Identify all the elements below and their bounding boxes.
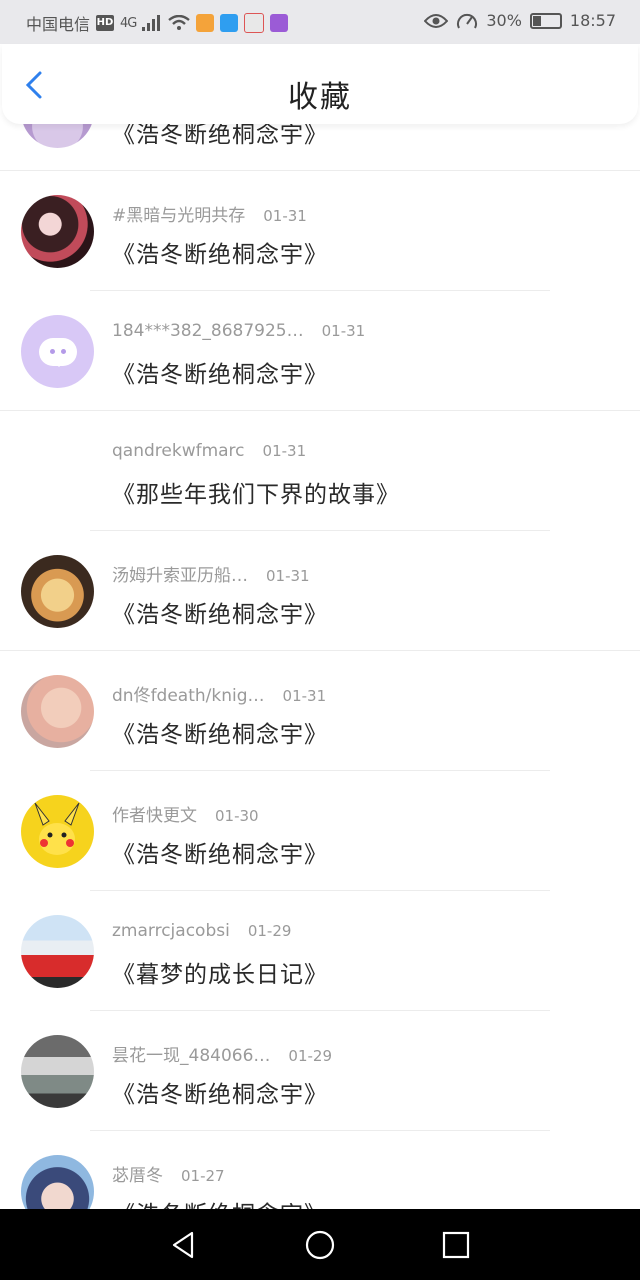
book-title: 《浩冬断绝桐念宇》 bbox=[112, 362, 328, 388]
author-name: 184***382_8687925… bbox=[112, 321, 304, 341]
post-date: 01-29 bbox=[247, 922, 292, 940]
eye-icon bbox=[424, 13, 449, 28]
mail-app-icon bbox=[244, 13, 265, 33]
item-meta: zmarrcjacobsi 01-29 bbox=[112, 921, 291, 941]
clock: 18:57 bbox=[569, 11, 616, 30]
store-app-icon bbox=[270, 14, 289, 32]
nav-home-icon[interactable] bbox=[304, 1229, 336, 1261]
avatar bbox=[21, 915, 94, 988]
avatar bbox=[21, 315, 94, 388]
post-date: 01-31 bbox=[282, 687, 327, 705]
item-meta: 汤姆升索亚历船… 01-31 bbox=[112, 561, 310, 586]
item-meta: 昙花一现_484066… 01-29 bbox=[112, 1041, 332, 1066]
system-nav-bar bbox=[0, 1209, 640, 1280]
search-app-icon bbox=[220, 14, 239, 32]
avatar bbox=[21, 195, 94, 268]
video-app-icon bbox=[196, 14, 215, 32]
nav-recents-icon[interactable] bbox=[440, 1229, 472, 1261]
avatar bbox=[21, 795, 94, 868]
avatar bbox=[21, 1035, 94, 1108]
signal-icon bbox=[142, 15, 161, 31]
author-name: 作者快更文 bbox=[112, 806, 197, 826]
network-label: 4G bbox=[120, 15, 137, 31]
nav-back-icon[interactable] bbox=[168, 1229, 200, 1261]
author-name: dn佟fdeath/knig… bbox=[112, 686, 265, 706]
post-date: 01-31 bbox=[262, 442, 307, 460]
page-title: 收藏 bbox=[288, 80, 352, 115]
post-date: 01-30 bbox=[215, 807, 259, 825]
author-name: #黑暗与光明共存 bbox=[112, 206, 246, 226]
app-header: 收藏 bbox=[2, 44, 638, 124]
item-meta: dn佟fdeath/knig… 01-31 bbox=[112, 681, 326, 706]
author-name: qandrekwfmarc bbox=[112, 441, 245, 461]
avatar bbox=[21, 555, 94, 628]
pikachu-icon bbox=[34, 802, 80, 855]
author-name: 昙花一现_484066… bbox=[112, 1046, 271, 1066]
book-title: 《浩冬断绝桐念宇》 bbox=[112, 722, 328, 748]
list-item[interactable]: 昙花一现_484066… 01-29 《浩冬断绝桐念宇》 bbox=[0, 1011, 640, 1131]
author-name: zmarrcjacobsi bbox=[112, 921, 230, 941]
post-date: 01-31 bbox=[266, 567, 310, 585]
item-meta: 苾厝冬 01-27 bbox=[112, 1161, 225, 1186]
speed-icon bbox=[457, 13, 478, 28]
book-title: 《浩冬断绝桐念宇》 bbox=[112, 842, 328, 868]
list-item[interactable]: 汤姆升索亚历船… 01-31 《浩冬断绝桐念宇》 bbox=[0, 531, 640, 651]
avatar bbox=[21, 675, 94, 748]
battery-icon bbox=[529, 12, 562, 29]
list-item[interactable]: qandrekwfmarc 01-31 《那些年我们下界的故事》 bbox=[0, 411, 640, 531]
item-meta: qandrekwfmarc 01-31 bbox=[112, 441, 306, 461]
post-date: 01-31 bbox=[321, 322, 366, 340]
list-item[interactable]: 184***382_8687925… 01-31 《浩冬断绝桐念宇》 bbox=[0, 291, 640, 411]
item-meta: 作者快更文 01-30 bbox=[112, 801, 259, 826]
author-name: 汤姆升索亚历船… bbox=[112, 566, 248, 586]
book-title: 《那些年我们下界的故事》 bbox=[112, 482, 400, 508]
author-name: 苾厝冬 bbox=[112, 1166, 163, 1186]
carrier-label: 中国电信 bbox=[26, 15, 91, 34]
item-meta: #黑暗与光明共存 01-31 bbox=[112, 201, 307, 226]
book-title: 《暮梦的成长日记》 bbox=[112, 962, 328, 988]
status-bar: 中国电信 HD 4G 30% 18:57 bbox=[0, 0, 640, 44]
wifi-icon bbox=[168, 15, 191, 30]
battery-percent: 30% bbox=[486, 11, 522, 30]
post-date: 01-29 bbox=[288, 1047, 332, 1065]
book-title: 《浩冬断绝桐念宇》 bbox=[112, 1082, 328, 1108]
book-title: 《浩冬断绝桐念宇》 bbox=[112, 602, 328, 628]
post-date: 01-27 bbox=[181, 1167, 225, 1185]
chat-bubble-icon bbox=[38, 337, 77, 367]
item-meta: 184***382_8687925… 01-31 bbox=[112, 321, 365, 341]
post-date: 01-31 bbox=[263, 207, 307, 225]
list-item[interactable]: #黑暗与光明共存 01-31 《浩冬断绝桐念宇》 bbox=[0, 171, 640, 291]
list-item[interactable]: zmarrcjacobsi 01-29 《暮梦的成长日记》 bbox=[0, 891, 640, 1011]
list-item[interactable]: dn佟fdeath/knig… 01-31 《浩冬断绝桐念宇》 bbox=[0, 651, 640, 771]
hd-icon: HD bbox=[96, 15, 115, 31]
book-title: 《浩冬断绝桐念宇》 bbox=[112, 242, 328, 268]
list-item[interactable]: 作者快更文 01-30 《浩冬断绝桐念宇》 bbox=[0, 771, 640, 891]
